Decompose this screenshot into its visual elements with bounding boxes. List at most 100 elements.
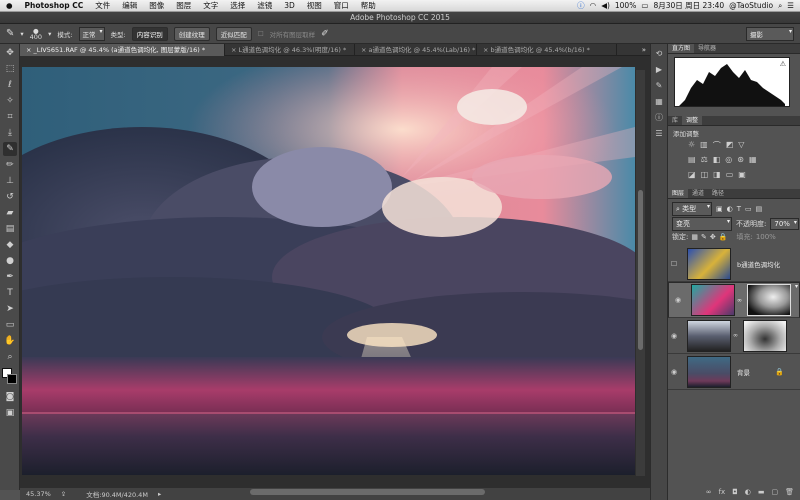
blend-mode-select[interactable]: 变亮 bbox=[672, 217, 732, 231]
close-icon[interactable]: × bbox=[483, 46, 491, 54]
layer-filter-select[interactable]: ⌕ 类型 bbox=[672, 202, 712, 216]
brush-tool-icon[interactable]: ✏ bbox=[3, 158, 17, 172]
gradient-tool-icon[interactable]: ▤ bbox=[3, 222, 17, 236]
hand-tool-icon[interactable]: ✋ bbox=[3, 334, 17, 348]
layer-mask-thumbnail[interactable] bbox=[747, 284, 791, 316]
levels-icon[interactable]: ▥ bbox=[700, 140, 708, 151]
layer-mask-thumbnail[interactable] bbox=[743, 319, 787, 352]
history-panel-icon[interactable]: ⟲ bbox=[653, 48, 665, 60]
new-adjustment-icon[interactable]: ◐ bbox=[745, 488, 751, 496]
fill-value[interactable]: 100% bbox=[756, 233, 776, 241]
tab-liv5651[interactable]: × _LIV5651.RAF @ 45.4% (a通道色调均化, 图层蒙版/16… bbox=[20, 44, 225, 56]
pressure-icon[interactable]: ✐ bbox=[321, 29, 329, 39]
menu-type[interactable]: 文字 bbox=[197, 0, 224, 11]
vibrance-icon[interactable]: ▽ bbox=[738, 140, 744, 151]
search-icon[interactable]: ⌕ bbox=[778, 1, 782, 11]
move-tool-icon[interactable]: ✥ bbox=[3, 46, 17, 60]
curves-icon[interactable]: ⌒ bbox=[713, 140, 721, 151]
layer-name[interactable]: b通道色调均化 bbox=[737, 259, 780, 269]
menu-layer[interactable]: 图层 bbox=[170, 0, 197, 11]
close-icon[interactable]: × bbox=[231, 46, 239, 54]
menu-3d[interactable]: 3D bbox=[278, 1, 301, 10]
document-canvas[interactable] bbox=[22, 67, 635, 475]
filter-adjust-icon[interactable]: ◐ bbox=[727, 205, 733, 213]
mixer-icon[interactable]: ⊛ bbox=[737, 155, 744, 164]
lock-move-icon[interactable]: ✥ bbox=[710, 233, 716, 241]
swatches-panel-icon[interactable]: ▦ bbox=[653, 96, 665, 108]
healing-brush-tool-icon[interactable]: ✎ bbox=[3, 142, 17, 156]
invert-icon[interactable]: ◪ bbox=[688, 170, 696, 179]
battery-icon[interactable]: ▭ bbox=[641, 1, 648, 10]
volume-icon[interactable]: ◀) bbox=[601, 1, 610, 10]
brush-size-picker[interactable]: ● 400 bbox=[30, 27, 42, 40]
background-color[interactable] bbox=[7, 374, 17, 384]
info-icon[interactable]: ⓘ bbox=[577, 0, 585, 11]
gradient-map-icon[interactable]: ▭ bbox=[726, 170, 734, 179]
tab-a-channel[interactable]: × a通道色调均化 @ 45.4%(Lab/16) * bbox=[355, 44, 477, 56]
add-mask-icon[interactable]: ◘ bbox=[732, 488, 738, 496]
selective-color-icon[interactable]: ▣ bbox=[738, 170, 746, 179]
type-tool-icon[interactable]: T bbox=[3, 286, 17, 300]
brush-settings-icon[interactable]: ▾ bbox=[48, 30, 51, 38]
new-layer-icon[interactable]: ▢ bbox=[771, 488, 778, 496]
layer-name[interactable]: 背景 bbox=[737, 367, 750, 377]
menu-window[interactable]: 窗口 bbox=[328, 0, 355, 11]
crop-tool-icon[interactable]: ⌗ bbox=[3, 110, 17, 124]
marquee-tool-icon[interactable]: ⬚ bbox=[3, 62, 17, 76]
tab-adjustments[interactable]: 调整 bbox=[682, 116, 703, 125]
actions-panel-icon[interactable]: ▶ bbox=[653, 64, 665, 76]
apple-icon[interactable]: ● bbox=[0, 1, 19, 10]
brush-panel-icon[interactable]: ✎ bbox=[653, 80, 665, 92]
tab-channels[interactable]: 通道 bbox=[688, 189, 708, 198]
opacity-input[interactable]: 70% bbox=[770, 218, 799, 230]
eye-icon[interactable]: ◉ bbox=[668, 368, 680, 376]
menu-filter[interactable]: 滤镜 bbox=[251, 0, 278, 11]
quick-mask-icon[interactable]: ◙ bbox=[3, 390, 17, 404]
menu-file[interactable]: 文件 bbox=[89, 0, 116, 11]
balance-icon[interactable]: ⚖ bbox=[701, 155, 708, 164]
lock-pixels-icon[interactable]: ▦ bbox=[691, 233, 698, 241]
close-icon[interactable]: × bbox=[26, 46, 34, 54]
eye-icon[interactable]: ◉ bbox=[672, 296, 684, 304]
content-aware-button[interactable]: 内容识别 bbox=[131, 26, 168, 41]
visibility-toggle[interactable]: ☐ bbox=[668, 260, 680, 268]
layer-b-channel[interactable]: ☐ b通道色调均化 bbox=[668, 246, 800, 282]
tab-histogram[interactable]: 直方图 bbox=[668, 44, 695, 53]
zoom-tool-icon[interactable]: ⌕ bbox=[3, 350, 17, 364]
filter-pixel-icon[interactable]: ▣ bbox=[716, 205, 723, 213]
eyedropper-tool-icon[interactable]: ⤓ bbox=[3, 126, 17, 140]
filter-smart-icon[interactable]: ▤ bbox=[756, 205, 763, 213]
screen-mode-icon[interactable]: ▣ bbox=[3, 406, 17, 420]
blur-tool-icon[interactable]: ◆ bbox=[3, 238, 17, 252]
tab-l-channel[interactable]: × L通道色调均化 @ 46.3%(明度/16) * bbox=[225, 44, 355, 56]
workspace-select[interactable]: 摄影 bbox=[746, 26, 794, 41]
tab-paths[interactable]: 路径 bbox=[708, 189, 728, 198]
menu-view[interactable]: 视图 bbox=[301, 0, 328, 11]
pen-tool-icon[interactable]: ✒ bbox=[3, 270, 17, 284]
zoom-level[interactable]: 45.37% bbox=[26, 490, 51, 498]
proximity-match-button[interactable]: 近似匹配 bbox=[215, 26, 252, 41]
mode-select[interactable]: 正常 bbox=[78, 26, 105, 41]
menu-help[interactable]: 帮助 bbox=[355, 0, 382, 11]
lasso-tool-icon[interactable]: ℓ bbox=[3, 78, 17, 92]
sample-all-checkbox[interactable]: ☐ bbox=[258, 30, 264, 38]
filter-type-icon[interactable]: T bbox=[737, 205, 741, 213]
tab-navigator[interactable]: 导航器 bbox=[694, 44, 720, 53]
layer-background[interactable]: ◉ 背景 🔒 bbox=[668, 354, 800, 390]
dodge-tool-icon[interactable]: ● bbox=[3, 254, 17, 268]
warning-icon[interactable]: ⚠ bbox=[780, 60, 786, 68]
close-icon[interactable]: × bbox=[361, 46, 369, 54]
delete-layer-icon[interactable]: 🗑 bbox=[785, 488, 794, 496]
path-select-tool-icon[interactable]: ➤ bbox=[3, 302, 17, 316]
wifi-icon[interactable]: ◠ bbox=[590, 1, 597, 10]
menu-select[interactable]: 选择 bbox=[224, 0, 251, 11]
fx-icon[interactable]: fx bbox=[719, 488, 726, 496]
eraser-tool-icon[interactable]: ▰ bbox=[3, 206, 17, 220]
color-swatches[interactable] bbox=[0, 366, 19, 388]
layer-a-channel[interactable]: ◉ ∞ bbox=[668, 282, 800, 318]
layer-l-channel[interactable]: ◉ ∞ bbox=[668, 318, 800, 354]
status-menu-icon[interactable]: ▸ bbox=[158, 490, 161, 498]
lock-paint-icon[interactable]: ✎ bbox=[701, 233, 707, 241]
quick-select-tool-icon[interactable]: ✧ bbox=[3, 94, 17, 108]
menu-edit[interactable]: 编辑 bbox=[116, 0, 143, 11]
